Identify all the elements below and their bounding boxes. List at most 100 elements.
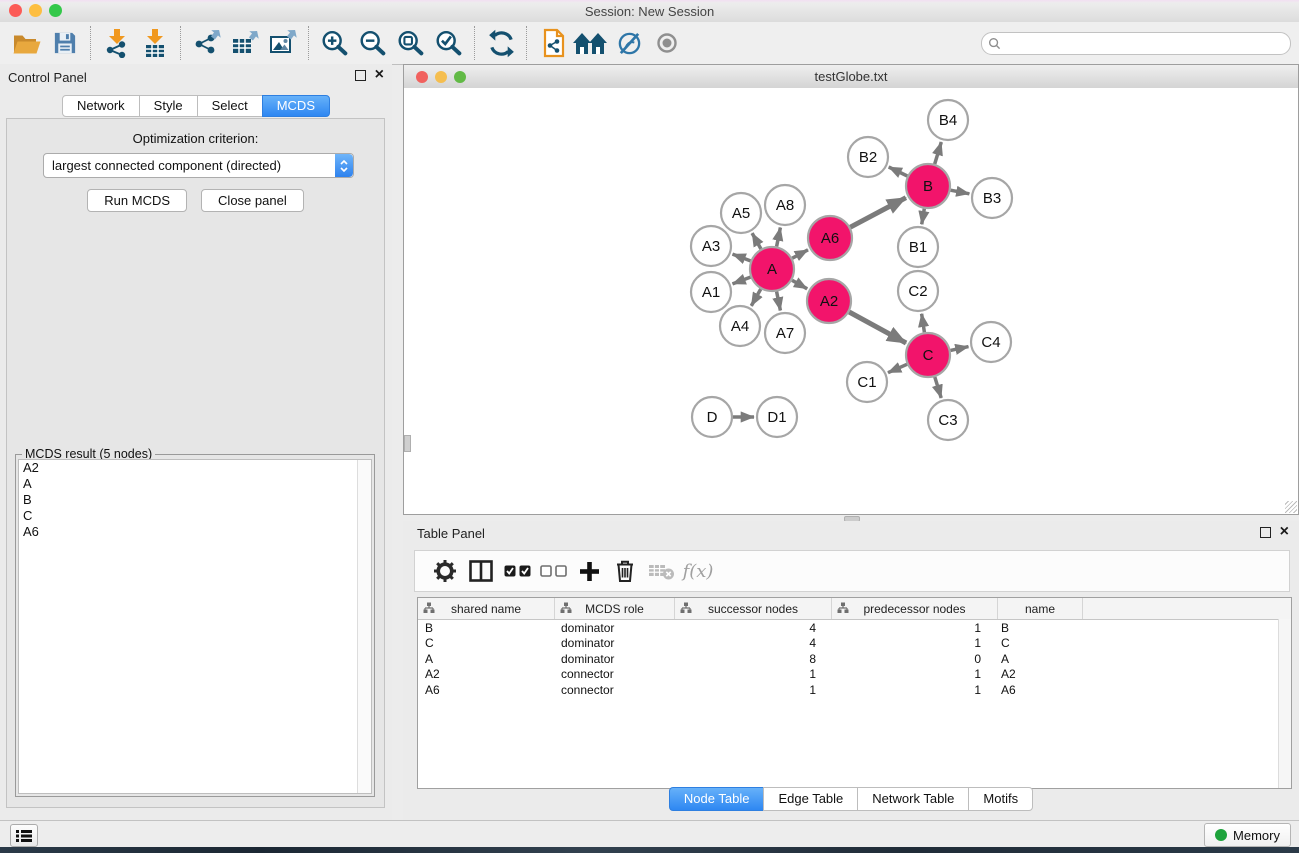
graph-edge[interactable] [951, 347, 969, 351]
table-row[interactable]: A2connector11A2 [418, 667, 1291, 683]
graph-edge[interactable] [733, 277, 751, 284]
graph-node-A3[interactable]: A3 [691, 226, 731, 266]
network-graph[interactable]: AA1A2A3A4A5A6A7A8BB1B2B3B4CC1C2C3C4DD1 [404, 88, 1298, 514]
add-column-button[interactable] [571, 554, 607, 588]
graph-node-A[interactable]: A [750, 247, 794, 291]
graph-edge[interactable] [777, 292, 781, 311]
resize-grip-icon[interactable] [1285, 501, 1297, 513]
column-header-successor-nodes[interactable]: successor nodes [675, 598, 832, 619]
graph-edge[interactable] [792, 280, 807, 289]
search-field[interactable] [981, 32, 1291, 55]
graph-edge[interactable] [777, 228, 781, 247]
graph-node-B3[interactable]: B3 [972, 178, 1012, 218]
graph-edge[interactable] [850, 198, 906, 228]
column-header-shared-name[interactable]: shared name [418, 598, 555, 619]
float-panel-icon[interactable] [355, 70, 366, 81]
run-mcds-button[interactable]: Run MCDS [87, 189, 187, 212]
task-history-button[interactable] [10, 824, 38, 847]
export-table-button[interactable] [226, 25, 264, 61]
graph-node-B4[interactable]: B4 [928, 100, 968, 140]
select-all-button[interactable] [499, 554, 535, 588]
tab-style[interactable]: Style [139, 95, 198, 117]
graph-edge[interactable] [922, 314, 925, 333]
column-header-MCDS-role[interactable]: MCDS role [555, 598, 675, 619]
result-item[interactable]: A2 [19, 460, 371, 476]
tab-network[interactable]: Network [62, 95, 140, 117]
table-row[interactable]: Adominator80A [418, 651, 1291, 667]
zoom-fit-button[interactable] [392, 25, 430, 61]
import-table-button[interactable] [136, 25, 174, 61]
graph-node-C3[interactable]: C3 [928, 400, 968, 440]
graph-edge[interactable] [733, 254, 751, 261]
graph-edge[interactable] [751, 289, 760, 306]
export-network-button[interactable] [188, 25, 226, 61]
graph-edge[interactable] [935, 377, 941, 398]
zoom-out-button[interactable] [354, 25, 392, 61]
delete-column-button[interactable] [607, 554, 643, 588]
table-scrollbar[interactable] [1278, 619, 1291, 788]
show-columns-button[interactable] [463, 554, 499, 588]
zoom-window-button[interactable] [49, 4, 62, 17]
network-document-button[interactable] [534, 25, 572, 61]
result-item[interactable]: A6 [19, 524, 371, 540]
close-window-button[interactable] [9, 4, 22, 17]
table-settings-button[interactable] [427, 554, 463, 588]
tab-network-table[interactable]: Network Table [857, 787, 969, 811]
column-header-predecessor-nodes[interactable]: predecessor nodes [832, 598, 998, 619]
zoom-in-button[interactable] [316, 25, 354, 61]
graph-edge[interactable] [922, 209, 925, 225]
graph-node-A2[interactable]: A2 [807, 279, 851, 323]
graph-node-C[interactable]: C [906, 333, 950, 377]
minimize-window-button[interactable] [29, 4, 42, 17]
search-input[interactable] [1005, 35, 1284, 51]
graph-node-A6[interactable]: A6 [808, 216, 852, 260]
open-session-button[interactable] [8, 25, 46, 61]
graph-node-C4[interactable]: C4 [971, 322, 1011, 362]
graph-node-B2[interactable]: B2 [848, 137, 888, 177]
save-session-button[interactable] [46, 25, 84, 61]
graph-node-A8[interactable]: A8 [765, 185, 805, 225]
home-networks-button[interactable] [572, 25, 610, 61]
column-header-name[interactable]: name [998, 598, 1083, 619]
close-panel-icon[interactable]: × [375, 69, 384, 81]
result-scrollbar[interactable] [357, 460, 371, 793]
function-builder-button[interactable]: f(x) [679, 554, 715, 588]
graph-node-A1[interactable]: A1 [691, 272, 731, 312]
graph-node-D1[interactable]: D1 [757, 397, 797, 437]
export-image-button[interactable] [264, 25, 302, 61]
import-network-button[interactable] [98, 25, 136, 61]
tab-mcds[interactable]: MCDS [262, 95, 330, 117]
tab-motifs[interactable]: Motifs [968, 787, 1033, 811]
graph-edge[interactable] [935, 142, 942, 164]
close-table-panel-icon[interactable]: × [1280, 526, 1289, 538]
graph-edge[interactable] [888, 364, 907, 372]
graph-edge[interactable] [889, 167, 908, 176]
graph-node-A7[interactable]: A7 [765, 313, 805, 353]
graph-node-C2[interactable]: C2 [898, 271, 938, 311]
graph-edge[interactable] [951, 190, 970, 194]
criterion-select[interactable]: largest connected component (directed) [43, 153, 354, 178]
graph-node-C1[interactable]: C1 [847, 362, 887, 402]
graph-node-B1[interactable]: B1 [898, 227, 938, 267]
hide-graphics-button[interactable] [610, 25, 648, 61]
tab-select[interactable]: Select [197, 95, 263, 117]
graph-edge[interactable] [849, 312, 906, 343]
table-row[interactable]: Bdominator41B [418, 620, 1291, 636]
graph-node-A5[interactable]: A5 [721, 193, 761, 233]
graph-edge[interactable] [792, 250, 808, 258]
memory-button[interactable]: Memory [1204, 823, 1291, 847]
table-row[interactable]: A6connector11A6 [418, 682, 1291, 698]
tab-edge-table[interactable]: Edge Table [763, 787, 858, 811]
tab-node-table[interactable]: Node Table [669, 787, 765, 811]
splitter-grip[interactable] [404, 435, 411, 452]
result-item[interactable]: B [19, 492, 371, 508]
result-item[interactable]: A [19, 476, 371, 492]
delete-table-button[interactable] [643, 554, 679, 588]
graph-edge[interactable] [752, 233, 761, 249]
deselect-all-button[interactable] [535, 554, 571, 588]
graph-node-B[interactable]: B [906, 164, 950, 208]
float-table-panel-icon[interactable] [1260, 527, 1271, 538]
result-item[interactable]: C [19, 508, 371, 524]
refresh-button[interactable] [482, 25, 520, 61]
close-panel-button[interactable]: Close panel [201, 189, 304, 212]
